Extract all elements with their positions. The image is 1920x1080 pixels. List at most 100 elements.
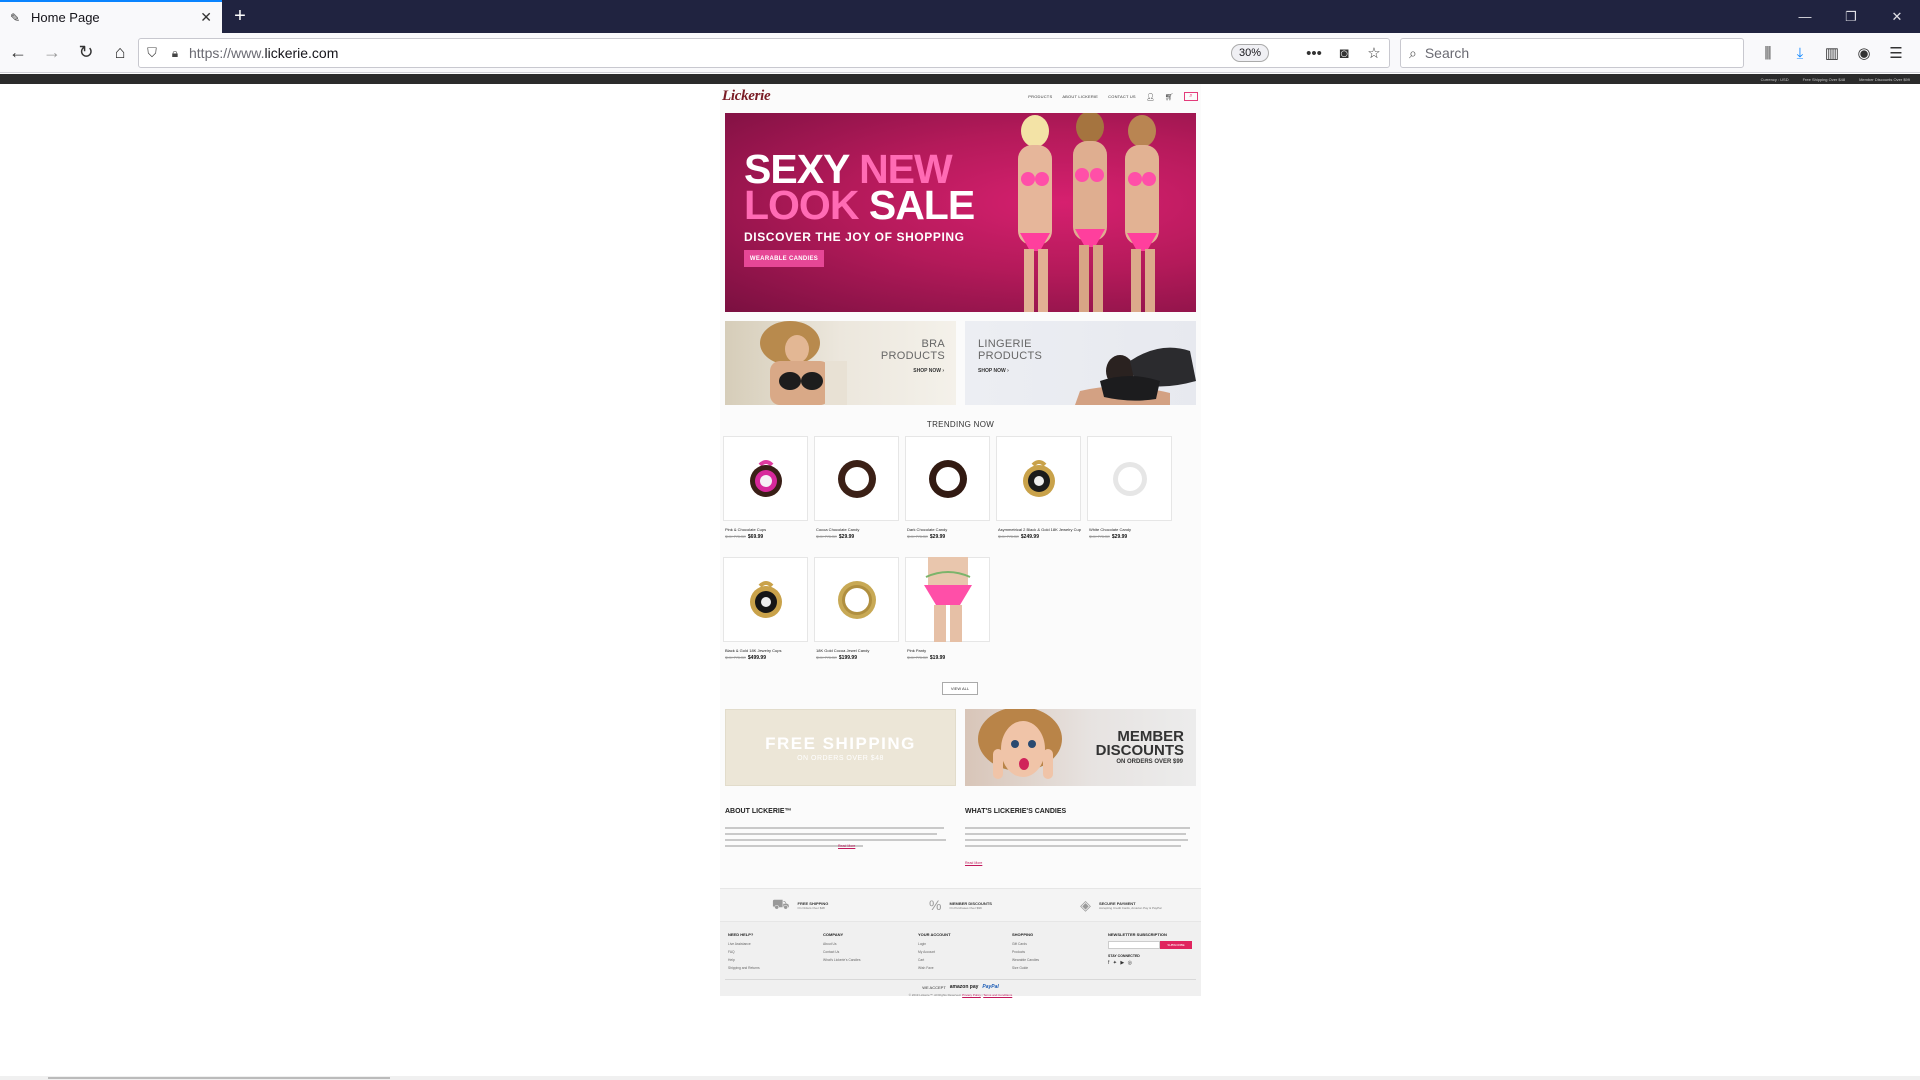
nav-about[interactable]: ABOUT LICKERIE [1062, 94, 1098, 99]
pocket-icon[interactable]: ◙ [1329, 45, 1359, 62]
footer-link[interactable]: Help [728, 958, 798, 962]
footer-link[interactable]: Contact Us [823, 950, 893, 954]
back-button[interactable]: ← [2, 37, 34, 69]
product-image[interactable] [814, 557, 899, 642]
product-image[interactable] [723, 557, 808, 642]
address-bar[interactable]: ⛉ 🔒︎ https://www.lickerie.com 30% ••• ◙ … [138, 38, 1390, 68]
product-card[interactable]: Cocoa Chocolate Candy $XX PRICE $29.99 [814, 436, 899, 557]
hero-cta-button[interactable]: WEARABLE CANDIES [744, 250, 824, 267]
footer-link[interactable]: Size Guide [1012, 966, 1082, 970]
bra-products-banner[interactable]: BRA PRODUCTS SHOP NOW › [725, 321, 956, 405]
product-image[interactable] [996, 436, 1081, 521]
lingerie-products-banner[interactable]: LINGERIE PRODUCTS SHOP NOW › [965, 321, 1196, 405]
social-icons[interactable]: f ✦ ▶ ◎ [1108, 960, 1196, 966]
site-logo[interactable]: Lickerie [722, 88, 771, 105]
product-old-price: $XX PRICE [816, 655, 837, 660]
free-shipping-title: FREE SHIPPING [765, 734, 916, 753]
product-new-price: $499.99 [747, 655, 766, 661]
whats-lickerie-candies-section: WHAT'S LICKERIE'S CANDIES Read More [965, 808, 1195, 869]
product-card[interactable]: Asymmetrical 2 Black & Gold 18K Jewelry … [996, 436, 1081, 557]
footer-link[interactable]: FAQ [728, 950, 798, 954]
tracking-shield-icon[interactable]: ⛉ [139, 45, 165, 61]
newsletter-email-input[interactable] [1108, 941, 1160, 949]
product-name[interactable]: Pink Panty [905, 648, 990, 653]
lock-icon[interactable]: 🔒︎ [165, 46, 185, 61]
footer-link[interactable]: My Account [918, 950, 988, 954]
product-card[interactable]: Dark Chocolate Candy $XX PRICE $29.99 [905, 436, 990, 557]
hamburger-menu-icon[interactable]: ☰ [1880, 37, 1912, 69]
view-all-button[interactable]: VIEW ALL [942, 682, 978, 695]
product-image[interactable] [723, 436, 808, 521]
footer-link[interactable]: Live Assistance [728, 942, 798, 946]
product-image[interactable] [905, 436, 990, 521]
privacy-policy-link[interactable]: Privacy Policy [962, 993, 981, 997]
cart-icon[interactable]: 🛒︎ [1165, 93, 1174, 101]
nav-contact[interactable]: CONTACT US [1108, 94, 1136, 99]
page-actions-icon[interactable]: ••• [1299, 45, 1329, 62]
product-card[interactable]: Pink Panty $XX PRICE $19.99 [905, 557, 990, 678]
product-card[interactable]: Black & Gold 18K Jewelry Cups $XX PRICE $… [723, 557, 808, 678]
footer-link[interactable]: Login [918, 942, 988, 946]
hero-banner[interactable]: SEXY NEW LOOK SALE DISCOVER THE JOY OF S… [725, 113, 1196, 312]
free-shipping-banner[interactable]: FREE SHIPPING ON ORDERS OVER $48 [725, 709, 956, 786]
footer-link[interactable]: Gift Cards [1012, 942, 1082, 946]
product-name[interactable]: 18K Gold Cocoa Jewel Candy [814, 648, 899, 653]
url-text[interactable]: https://www.lickerie.com [185, 45, 1231, 61]
hero-word-look: LOOK [744, 182, 859, 228]
about-read-more-link[interactable]: Read More [838, 844, 855, 848]
subscribe-button[interactable]: SUBSCRIBE [1160, 941, 1192, 949]
footer-link[interactable]: Shipping and Returns [728, 966, 798, 970]
reload-button[interactable]: ↻ [70, 37, 102, 69]
footer-link[interactable]: Wish Fave [918, 966, 988, 970]
product-card[interactable]: Pink & Chocolate Cups $XX PRICE $69.99 [723, 436, 808, 557]
product-image[interactable] [905, 557, 990, 642]
close-window-button[interactable]: ✕ [1874, 0, 1920, 33]
library-icon[interactable]: ⫼ [1752, 37, 1784, 69]
downloads-icon[interactable]: ⤓ [1784, 37, 1816, 69]
forward-button[interactable]: → [36, 37, 68, 69]
site-search-icon[interactable]: ⌕ [1184, 92, 1198, 101]
minimize-button[interactable]: — [1782, 0, 1828, 33]
candies-read-more-link[interactable]: Read More [965, 861, 982, 865]
footer-link[interactable]: Products [1012, 950, 1082, 954]
horizontal-scrollbar[interactable] [0, 1076, 1920, 1080]
sidebar-icon[interactable]: ▥ [1816, 37, 1848, 69]
footer-link[interactable]: Wearable Candies [1012, 958, 1082, 962]
tab-home-page[interactable]: ✎ Home Page ✕ [0, 0, 222, 33]
product-name[interactable]: Pink & Chocolate Cups [723, 527, 808, 532]
lingerie-shop-now-link[interactable]: SHOP NOW › [978, 368, 1009, 374]
product-name[interactable]: Asymmetrical 2 Black & Gold 18K Jewelry … [996, 527, 1081, 532]
tab-close-icon[interactable]: ✕ [200, 9, 212, 26]
product-image[interactable] [1087, 436, 1172, 521]
product-old-price: $XX PRICE [725, 655, 746, 660]
restore-button[interactable]: ❐ [1828, 0, 1874, 33]
footer-link[interactable]: About Us [823, 942, 893, 946]
account-icon[interactable]: ◉ [1848, 37, 1880, 69]
product-card[interactable]: 18K Gold Cocoa Jewel Candy $XX PRICE $199… [814, 557, 899, 678]
search-bar[interactable]: ⌕ Search [1400, 38, 1744, 68]
zoom-level-button[interactable]: 30% [1230, 44, 1269, 62]
terms-link[interactable]: Terms and Conditions [983, 993, 1012, 997]
scrollbar-thumb[interactable] [48, 1077, 390, 1079]
home-button[interactable]: ⌂ [104, 37, 136, 69]
footer-col-title: YOUR ACCOUNT [918, 932, 951, 937]
product-card[interactable]: White Chocolate Candy $XX PRICE $29.99 [1087, 436, 1172, 557]
product-price: $XX PRICE $69.99 [723, 534, 808, 540]
member-discounts-banner[interactable]: MEMBER DISCOUNTS ON ORDERS OVER $99 [965, 709, 1196, 786]
product-name[interactable]: Cocoa Chocolate Candy [814, 527, 899, 532]
footer-link[interactable]: Cart [918, 958, 988, 962]
payment-methods: WE ACCEPT amazon pay PayPal [720, 984, 1201, 990]
product-name[interactable]: Black & Gold 18K Jewelry Cups [723, 648, 808, 653]
bra-shop-now-link[interactable]: SHOP NOW › [913, 368, 944, 374]
product-name[interactable]: White Chocolate Candy [1087, 527, 1172, 532]
paypal-logo: PayPal [982, 984, 999, 990]
product-name[interactable]: Dark Chocolate Candy [905, 527, 990, 532]
bookmark-star-icon[interactable]: ☆ [1359, 44, 1389, 62]
footer-link[interactable]: What's Lickerie's Candies [823, 958, 893, 962]
we-accept-label: WE ACCEPT [922, 984, 946, 990]
user-icon[interactable]: 👤︎ [1146, 93, 1155, 101]
nav-products[interactable]: PRODUCTS [1028, 94, 1052, 99]
currency-text[interactable]: Currency : USD [1761, 77, 1789, 82]
product-image[interactable] [814, 436, 899, 521]
new-tab-button[interactable]: + [222, 0, 258, 33]
